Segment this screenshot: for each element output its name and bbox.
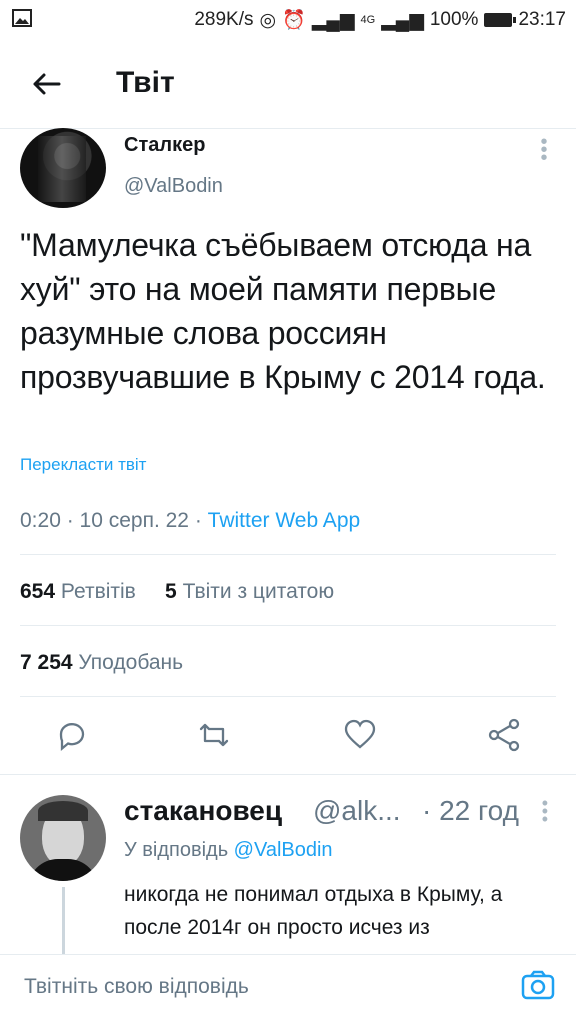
author-handle[interactable]: @ValBodin (124, 175, 223, 198)
signal-icon: ▂▄▆ (311, 9, 355, 31)
network-type: 4G (360, 14, 376, 26)
retweet-stats[interactable]: 654 Ретвітів 5 Твіти з цитатою (20, 580, 334, 604)
tweet-text: "Мамулечка съёбываем отсюда на хуй" это … (20, 227, 546, 395)
quote-count: 5 (165, 580, 177, 603)
reply-author-handle[interactable]: @alk... (313, 795, 401, 827)
reply-composer[interactable]: Твітніть свою відповідь (0, 954, 576, 1025)
like-stats[interactable]: 7 254 Уподобань (20, 651, 183, 675)
retweet-label: Ретвітів (60, 580, 136, 603)
alarm-icon: ⏰ (282, 10, 306, 31)
divider (20, 554, 556, 555)
reply-time: · 22 год (422, 795, 519, 826)
image-icon (12, 9, 32, 33)
quote-label: Твіти з цитатою (182, 580, 335, 603)
time: 23:17 (518, 9, 566, 30)
more-options-icon[interactable]: • • • (542, 794, 548, 828)
retweet-icon[interactable] (195, 716, 233, 754)
like-count: 7 254 (20, 651, 73, 674)
status-indicators: 289K/s ◎ ⏰ ▂▄▆ 4G ▂▄▆ 100% 23:17 (194, 8, 566, 32)
reply-icon[interactable] (53, 716, 91, 754)
battery-percent: 100% (429, 9, 479, 30)
retweet-count: 654 (20, 580, 56, 603)
page-title: Твіт (116, 66, 175, 99)
battery-icon (484, 13, 517, 27)
reply-avatar[interactable] (20, 795, 106, 881)
reply-input[interactable]: Твітніть свою відповідь (24, 975, 249, 999)
network-speed: 289K/s (194, 9, 254, 30)
tweet-meta: 0:20 · 10 серп. 22 · Twitter Web App (20, 509, 360, 533)
camera-icon[interactable] (520, 969, 556, 1001)
reply-author-name[interactable]: стакановец (124, 795, 282, 827)
status-bar: 289K/s ◎ ⏰ ▂▄▆ 4G ▂▄▆ 100% 23:17 (0, 0, 576, 38)
divider (20, 696, 556, 697)
share-icon[interactable] (486, 716, 524, 754)
more-options-icon[interactable]: • • • (540, 132, 548, 168)
back-arrow-icon[interactable] (30, 68, 62, 100)
author-name[interactable]: Сталкер (124, 134, 205, 157)
replying-to-prefix: У відповідь (124, 839, 234, 861)
tweet-time: 0:20 · 10 серп. 22 · (20, 509, 208, 532)
author-avatar[interactable] (20, 128, 106, 208)
signal-icon: ▂▄▆ (381, 9, 424, 31)
tweet-actions (0, 700, 576, 770)
reply-tweet[interactable]: стакановец @alk... · 22 год • • • У відпов… (0, 774, 576, 955)
tweet-header: Твіт (0, 38, 576, 129)
divider (20, 625, 556, 626)
replying-to: У відповідь @ValBodin (124, 839, 333, 862)
like-label: Уподобань (78, 651, 184, 674)
like-icon[interactable] (341, 716, 379, 754)
translate-link[interactable]: Перекласти твіт (20, 455, 146, 475)
thread-line (62, 887, 65, 955)
reply-text: никогда не понимал отдыха в Крыму, а пос… (124, 883, 503, 939)
hotspot-icon: ◎ (259, 9, 277, 31)
tweet-source[interactable]: Twitter Web App (208, 509, 361, 532)
replying-to-handle[interactable]: @ValBodin (234, 839, 333, 861)
